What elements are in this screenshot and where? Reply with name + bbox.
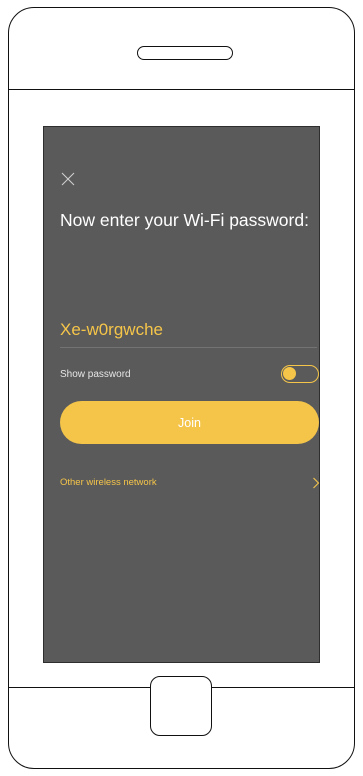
close-icon[interactable] bbox=[60, 171, 76, 187]
join-button[interactable]: Join bbox=[60, 401, 319, 444]
speaker-slot bbox=[137, 46, 233, 60]
phone-frame: Now enter your Wi-Fi password: Xe-w0rgwc… bbox=[8, 7, 355, 769]
wifi-password-screen: Now enter your Wi-Fi password: Xe-w0rgwc… bbox=[43, 126, 320, 663]
show-password-toggle[interactable] bbox=[281, 365, 319, 383]
toggle-knob bbox=[283, 367, 296, 380]
password-input-underline bbox=[60, 347, 317, 348]
other-wireless-network-link[interactable]: Other wireless network bbox=[60, 473, 322, 493]
home-button[interactable] bbox=[150, 676, 212, 736]
other-network-label: Other wireless network bbox=[60, 477, 157, 488]
show-password-label: Show password bbox=[60, 369, 131, 380]
password-input[interactable]: Xe-w0rgwche bbox=[60, 320, 163, 340]
top-bezel-divider bbox=[9, 89, 354, 90]
page-title: Now enter your Wi-Fi password: bbox=[60, 210, 309, 230]
chevron-right-icon bbox=[313, 477, 320, 489]
